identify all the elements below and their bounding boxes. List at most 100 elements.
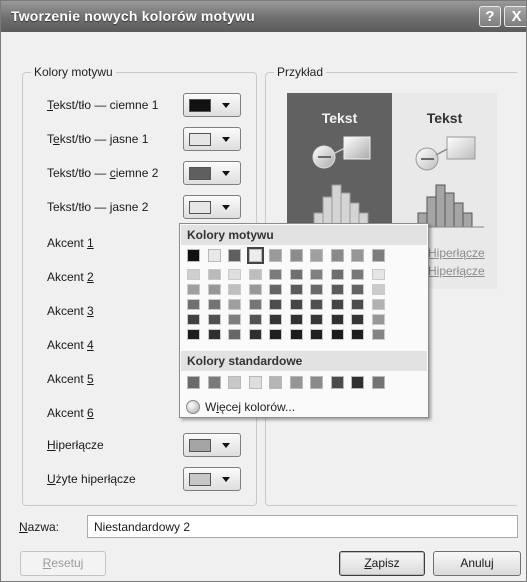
theme-shade-swatch[interactable] [228,269,241,280]
color-swatch [189,201,211,214]
theme-shade-swatch[interactable] [248,314,262,325]
color-picker-button[interactable] [183,195,241,219]
standard-color-swatch[interactable] [371,376,385,389]
theme-color-swatch[interactable] [207,249,221,262]
theme-shade-swatch[interactable] [310,269,323,280]
theme-shade-swatch[interactable] [207,284,221,295]
title-bar[interactable]: Tworzenie nowych kolorów motywu ? X [1,1,526,32]
cancel-button[interactable]: Anuluj [433,551,521,576]
theme-shade-swatch[interactable] [310,329,323,340]
theme-shade-swatch[interactable] [187,299,200,310]
theme-shade-swatch[interactable] [228,284,241,295]
color-picker-button[interactable] [183,433,241,457]
theme-shade-swatch[interactable] [351,329,364,340]
theme-shade-swatch[interactable] [289,284,303,295]
theme-shade-swatch[interactable] [187,269,200,280]
theme-shade-swatch[interactable] [330,329,344,340]
theme-shade-swatch[interactable] [187,314,200,325]
theme-shade-swatch[interactable] [228,314,241,325]
theme-shade-swatch[interactable] [207,299,221,310]
color-swatch [189,473,211,486]
theme-shade-swatch[interactable] [269,269,282,280]
theme-shade-swatch[interactable] [351,299,364,310]
more-colors-item[interactable]: Więcej kolorów... [186,400,295,414]
theme-colors-legend: Kolory motywu [31,65,116,79]
theme-shade-swatch[interactable] [228,329,241,340]
theme-shade-swatch[interactable] [207,329,221,340]
color-row-label: Akcent 1 [47,236,94,250]
theme-shade-swatch[interactable] [269,284,282,295]
theme-shade-swatch[interactable] [248,329,262,340]
theme-shade-swatch[interactable] [330,299,344,310]
theme-shade-swatch[interactable] [310,284,323,295]
color-row-label: Użyte hiperłącze [47,472,136,486]
theme-shade-swatch[interactable] [330,269,344,280]
theme-shade-swatch[interactable] [310,299,323,310]
standard-color-swatch[interactable] [187,376,200,389]
color-row-label: Tekst/tło — ciemne 2 [47,166,159,180]
theme-shade-swatch[interactable] [371,299,385,310]
dropdown-arrow-icon [222,443,230,448]
name-label: Nazwa: [19,520,60,534]
color-picker-button[interactable] [183,467,241,491]
theme-shade-swatch[interactable] [187,284,200,295]
color-row-label: Akcent 5 [47,372,94,386]
theme-shade-swatch[interactable] [330,314,344,325]
color-swatch [189,439,211,452]
save-button[interactable]: Zapisz [339,551,425,576]
theme-shade-swatch[interactable] [330,284,344,295]
close-button[interactable]: X [504,6,526,27]
name-input[interactable] [87,515,518,538]
theme-color-swatch[interactable] [228,249,241,262]
theme-color-swatch[interactable] [187,249,200,262]
theme-color-swatch[interactable] [289,249,303,262]
theme-shade-swatch[interactable] [248,299,262,310]
color-picker-button[interactable] [183,93,241,117]
theme-shade-swatch[interactable] [207,314,221,325]
standard-color-swatch[interactable] [330,376,344,389]
standard-color-swatch[interactable] [228,376,241,389]
dropdown-arrow-icon [222,171,230,176]
standard-color-swatch[interactable] [269,376,282,389]
standard-color-swatch[interactable] [207,376,221,389]
theme-shade-swatch[interactable] [289,269,303,280]
theme-color-swatch[interactable] [246,247,264,264]
help-button[interactable]: ? [479,6,501,27]
theme-shade-swatch[interactable] [289,314,303,325]
standard-color-swatch[interactable] [351,376,364,389]
color-swatch [189,133,211,146]
color-picker-dropdown: Kolory motywu Kolory standardowe Więcej … [179,223,429,418]
theme-shade-swatch[interactable] [248,269,262,280]
preview-hyperlink: Hiperłącze [428,246,485,260]
color-picker-button[interactable] [183,127,241,151]
theme-shade-swatch[interactable] [207,269,221,280]
theme-shade-swatch[interactable] [351,284,364,295]
standard-color-swatch[interactable] [310,376,323,389]
theme-shade-swatch[interactable] [371,284,385,295]
reset-button[interactable]: Resetuj [20,551,106,576]
dropdown-arrow-icon [222,477,230,482]
theme-shade-swatch[interactable] [289,329,303,340]
theme-shade-swatch[interactable] [228,299,241,310]
theme-shade-swatch[interactable] [351,269,364,280]
color-picker-button[interactable] [183,161,241,185]
theme-shade-swatch[interactable] [269,329,282,340]
theme-color-swatch[interactable] [269,249,282,262]
theme-shade-swatch[interactable] [371,314,385,325]
theme-shade-swatch[interactable] [371,269,385,280]
theme-color-swatch[interactable] [351,249,364,262]
theme-shade-swatch[interactable] [310,314,323,325]
theme-color-swatch[interactable] [330,249,344,262]
theme-shade-swatch[interactable] [351,314,364,325]
color-row-label: Akcent 2 [47,270,94,284]
theme-shade-swatch[interactable] [371,329,385,340]
standard-color-swatch[interactable] [248,376,262,389]
standard-color-swatch[interactable] [289,376,303,389]
theme-shade-swatch[interactable] [248,284,262,295]
theme-color-swatch[interactable] [371,249,385,262]
theme-shade-swatch[interactable] [269,314,282,325]
theme-shade-swatch[interactable] [187,329,200,340]
theme-shade-swatch[interactable] [269,299,282,310]
theme-color-swatch[interactable] [310,249,323,262]
theme-shade-swatch[interactable] [289,299,303,310]
